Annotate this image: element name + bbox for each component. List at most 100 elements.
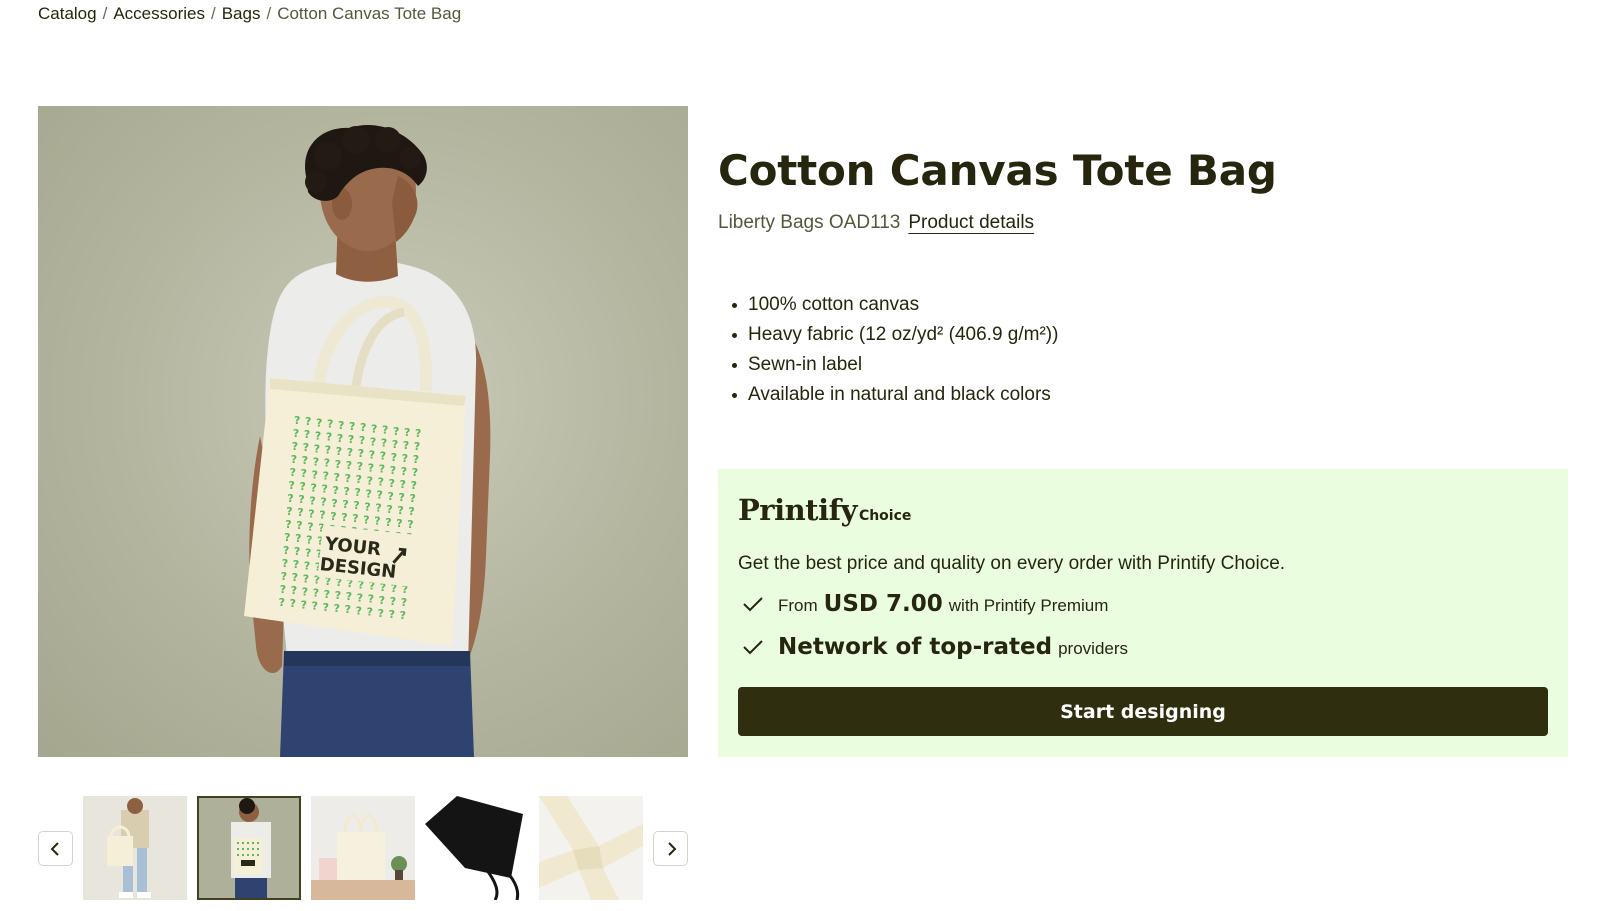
print-glyph: ? [390,464,396,477]
print-glyph: ? [360,421,366,434]
print-glyph: ? [391,451,397,464]
print-glyph: ? [369,448,375,461]
print-glyph: ? [338,419,344,432]
product-details-link[interactable]: Product details [908,212,1034,233]
print-glyph: ? [337,432,343,445]
print-glyph: ? [393,425,399,438]
print-glyph: ? [290,597,296,610]
print-glyph: ? [375,502,381,515]
print-glyph: ? [346,459,352,472]
print-glyph: ? [385,516,391,529]
print-glyph: ? [415,427,421,440]
print-glyph: ? [319,509,325,522]
thumbnail-image [311,796,415,900]
print-glyph: ? [413,453,419,466]
start-designing-button[interactable]: Start designing [738,687,1548,736]
print-glyph: ? [290,466,296,479]
breadcrumb-catalog[interactable]: Catalog [38,4,97,23]
print-glyph: ? [307,520,313,533]
print-glyph: ? [293,427,299,440]
breadcrumb-separator: / [102,4,108,23]
print-glyph: ? [370,435,376,448]
benefit-suffix: providers [1058,639,1129,658]
print-glyph: ? [366,487,372,500]
chevron-right-icon [667,841,676,856]
print-glyph: ? [311,481,317,494]
print-glyph: ? [294,545,300,558]
print-glyph: ? [303,572,309,585]
print-glyph: ? [411,479,417,492]
print-glyph: ? [327,418,333,431]
print-glyph: ? [378,476,384,489]
print-glyph: ? [280,583,286,596]
print-glyph: ? [284,531,290,544]
print-glyph: ? [377,489,383,502]
breadcrumb-separator: / [266,4,272,23]
feature-list: 100% cotton canvas Heavy fabric (12 oz/y… [730,290,1058,410]
logo-wordmark: Printify [738,493,857,527]
thumbnail-selected[interactable] [197,796,301,900]
thumbnail[interactable] [425,796,529,900]
brand-code: Liberty Bags OAD113 [718,212,901,233]
print-glyph: ? [316,416,322,429]
benefit-highlight: Network of top-rated [778,634,1053,660]
print-glyph: ? [301,598,307,611]
chevron-left-icon [50,841,59,856]
print-glyph: ? [353,499,359,512]
print-glyph: ? [368,461,374,474]
print-glyph: ? [313,455,319,468]
print-glyph: ? [294,414,300,427]
thumbnail[interactable] [83,796,187,900]
print-glyph: ? [303,441,309,454]
benefit-price-value: USD 7.00 [823,591,943,617]
print-glyph: ? [324,457,330,470]
print-glyph: ? [289,479,295,492]
print-glyph: ? [331,497,337,510]
gallery-prev-button[interactable] [38,831,73,866]
print-glyph: ? [378,607,384,620]
thumbnail[interactable] [539,796,643,900]
print-glyph: ? [301,467,307,480]
print-glyph: ? [286,505,292,518]
print-glyph: ? [382,424,388,437]
print-glyph: ? [355,486,361,499]
print-glyph: ? [359,434,365,447]
print-glyph: ? [335,589,341,602]
print-glyph: ? [306,533,312,546]
breadcrumb-accessories[interactable]: Accessories [113,4,205,23]
thumbnail[interactable] [311,796,415,900]
print-glyph: ? [323,601,329,614]
print-glyph: ? [291,584,297,597]
product-main-image[interactable]: ????????????????????????????????????????… [38,106,688,757]
print-glyph: ? [334,471,340,484]
print-glyph: ? [364,500,370,513]
feature-item: Available in natural and black colors [730,380,1058,410]
print-glyph: ? [322,483,328,496]
checkmark-icon [743,597,763,612]
print-glyph: ? [326,431,332,444]
breadcrumb: Catalog / Accessories / Bags / Cotton Canvas T… [38,4,461,24]
print-glyph: ? [348,433,354,446]
print-glyph: ? [390,595,396,608]
gallery-next-button[interactable] [653,831,688,866]
print-glyph: ? [358,447,364,460]
print-glyph: ? [330,510,336,523]
choice-description: Get the best price and quality on every … [738,553,1286,574]
print-glyph: ? [291,453,297,466]
print-glyph: ? [400,609,406,622]
print-glyph: ? [287,492,293,505]
print-glyph: ? [293,558,299,571]
print-glyph: ? [298,493,304,506]
benefit-prefix: From [778,596,818,615]
print-glyph: ? [295,532,301,545]
print-glyph: ? [345,603,351,616]
print-glyph: ? [292,571,298,584]
print-glyph: ? [379,463,385,476]
breadcrumb-bags[interactable]: Bags [222,4,261,23]
print-glyph: ? [388,490,394,503]
printify-choice-logo: Printify Choice [738,493,911,527]
print-glyph: ? [342,498,348,511]
print-glyph: ? [399,491,405,504]
print-glyph: ? [302,454,308,467]
print-glyph: ? [412,466,418,479]
